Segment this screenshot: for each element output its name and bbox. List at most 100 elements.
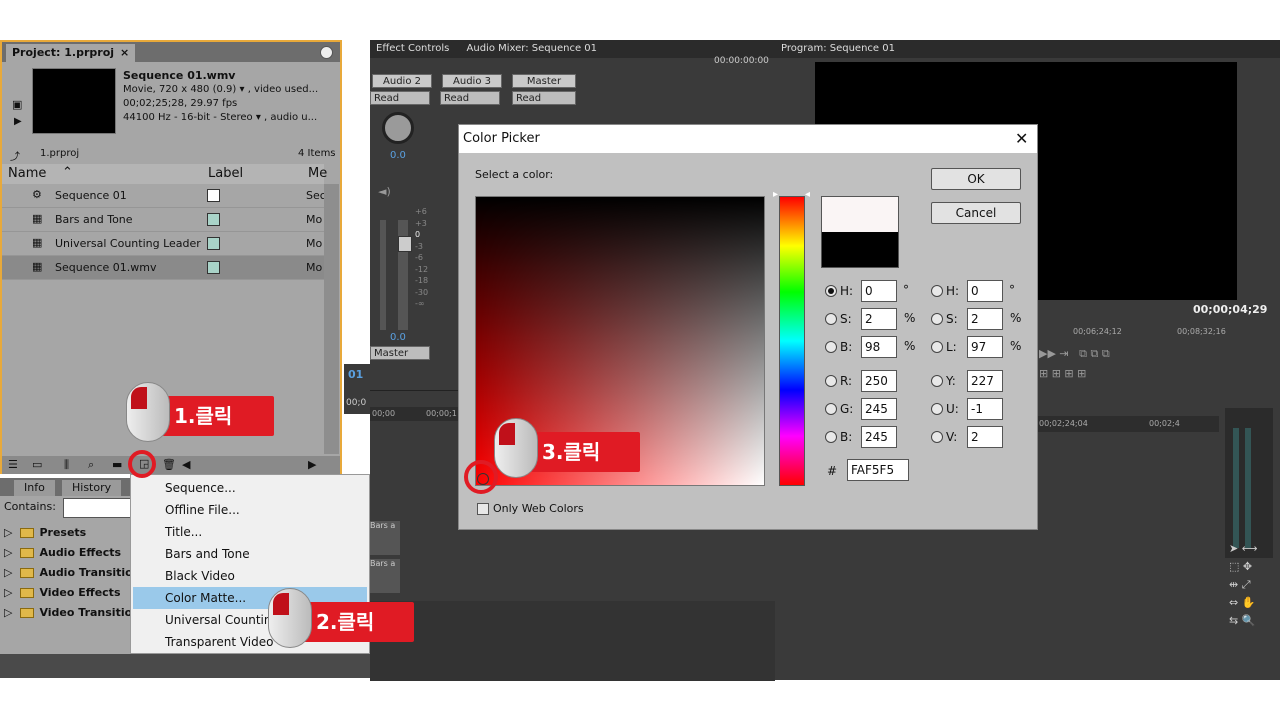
- ok-button[interactable]: OK: [931, 168, 1021, 190]
- radio-r[interactable]: [825, 375, 837, 387]
- icon-view-icon[interactable]: ▭: [32, 458, 42, 471]
- menu-item-offline-file[interactable]: Offline File...: [133, 499, 367, 521]
- menu-item-sequence[interactable]: Sequence...: [133, 477, 367, 499]
- input-u[interactable]: -1: [967, 398, 1003, 420]
- project-row[interactable]: ▦ Universal Counting Leader Mo: [2, 232, 324, 256]
- input-hsl-s[interactable]: 2: [967, 308, 1003, 330]
- sort-up-icon[interactable]: ⌃: [62, 165, 73, 180]
- col-name[interactable]: Name: [8, 166, 46, 181]
- tab-project[interactable]: Project: 1.prproj ×: [6, 44, 136, 62]
- radio-hsb-s[interactable]: [825, 313, 837, 325]
- label-swatch[interactable]: [207, 189, 220, 202]
- input-hsb-s[interactable]: 2: [861, 308, 897, 330]
- tab-effect-controls[interactable]: Effect Controls: [376, 43, 449, 54]
- tab-history[interactable]: History: [62, 480, 122, 496]
- radio-y[interactable]: [931, 375, 943, 387]
- trash-icon[interactable]: 🗑: [162, 458, 176, 471]
- input-hsb-h[interactable]: 0: [861, 280, 897, 302]
- radio-hsl-l[interactable]: [931, 341, 943, 353]
- cancel-button[interactable]: Cancel: [931, 202, 1021, 224]
- input-hsl-h[interactable]: 0: [967, 280, 1003, 302]
- automation-dropdown[interactable]: Read: [440, 91, 500, 105]
- project-row[interactable]: ▦ Bars and Tone Mo: [2, 208, 324, 232]
- menu-item-bars-and-tone[interactable]: Bars and Tone: [133, 543, 367, 565]
- hue-arrow-left-icon[interactable]: ▸: [773, 189, 778, 200]
- input-hsl-l[interactable]: 97: [967, 336, 1003, 358]
- expand-icon[interactable]: ▷: [4, 586, 12, 599]
- pen-tool-icon[interactable]: ⇆ 🔍: [1229, 612, 1273, 630]
- mute-icon[interactable]: ◄): [378, 185, 391, 198]
- timeline-clip[interactable]: Bars a: [370, 521, 400, 555]
- fader-track[interactable]: [380, 220, 386, 330]
- fader-handle[interactable]: [398, 236, 412, 252]
- automation-dropdown[interactable]: Read: [370, 91, 430, 105]
- scroll-left-icon[interactable]: ◀: [182, 458, 190, 471]
- tree-item[interactable]: ▷ Audio Effects: [4, 546, 134, 566]
- transport-icons[interactable]: ▶▶ ⇥ ⧉ ⧉ ⧉: [1039, 347, 1110, 361]
- tab-info[interactable]: Info: [14, 480, 55, 496]
- timeline-zoom-bar[interactable]: [0, 654, 370, 678]
- radio-hsl-h[interactable]: [931, 285, 943, 297]
- radio-hsb-h[interactable]: [825, 285, 837, 297]
- label-swatch[interactable]: [207, 213, 220, 226]
- ripple-tool-icon[interactable]: ⬚ ✥: [1229, 558, 1273, 576]
- pan-knob[interactable]: [382, 112, 414, 144]
- menu-item-title[interactable]: Title...: [133, 521, 367, 543]
- hue-arrow-right-icon[interactable]: ◂: [805, 189, 810, 200]
- camera-icon[interactable]: ▣: [12, 98, 22, 111]
- timeline-clip[interactable]: Bars a: [370, 559, 400, 593]
- radio-hsl-s[interactable]: [931, 313, 943, 325]
- radio-hsb-b[interactable]: [825, 341, 837, 353]
- expand-icon[interactable]: ▷: [4, 526, 12, 539]
- automate-icon[interactable]: ⫼: [64, 458, 69, 472]
- tree-item[interactable]: ▷ Presets: [4, 526, 134, 546]
- input-v[interactable]: 2: [967, 426, 1003, 448]
- tree-item[interactable]: ▷ Video Transitio: [4, 606, 134, 626]
- radio-u[interactable]: [931, 403, 943, 415]
- radio-v[interactable]: [931, 431, 943, 443]
- slip-tool-icon[interactable]: ⇔ ✋: [1229, 594, 1273, 612]
- bin-up-icon[interactable]: ⤴: [10, 148, 20, 163]
- expand-icon[interactable]: ▷: [4, 546, 12, 559]
- web-colors-checkbox[interactable]: [477, 503, 489, 515]
- rate-tool-icon[interactable]: ⇹ ⤢: [1229, 576, 1273, 594]
- automation-dropdown[interactable]: Read: [512, 91, 576, 105]
- menu-item-black-video[interactable]: Black Video: [133, 565, 367, 587]
- close-icon[interactable]: ×: [120, 44, 129, 61]
- project-scrollbar[interactable]: [324, 184, 339, 454]
- tree-item[interactable]: ▷ Video Effects: [4, 586, 134, 606]
- play-icon[interactable]: ▶: [14, 116, 22, 127]
- col-label[interactable]: Label: [208, 166, 243, 181]
- input-b[interactable]: 245: [861, 426, 897, 448]
- input-y[interactable]: 227: [967, 370, 1003, 392]
- list-view-icon[interactable]: ☰: [8, 458, 18, 471]
- project-row[interactable]: ⚙ Sequence 01 Sec: [2, 184, 326, 208]
- master-button[interactable]: Master: [512, 74, 576, 88]
- scroll-right-icon[interactable]: ▶: [308, 458, 316, 471]
- audio2-button[interactable]: Audio 2: [372, 74, 432, 88]
- hue-slider[interactable]: [779, 196, 805, 486]
- tab-audio-mixer[interactable]: Audio Mixer: Sequence 01: [467, 43, 597, 54]
- expand-icon[interactable]: ▷: [4, 566, 12, 579]
- hex-input[interactable]: FAF5F5: [847, 459, 909, 481]
- selection-tool-icon[interactable]: ➤ ⟷: [1229, 540, 1273, 558]
- contains-input[interactable]: [63, 498, 133, 518]
- radio-b[interactable]: [825, 431, 837, 443]
- output-dropdown[interactable]: Master: [370, 346, 430, 360]
- tree-item[interactable]: ▷ Audio Transitio: [4, 566, 134, 586]
- bin-icon[interactable]: ▬: [112, 458, 122, 471]
- col-media[interactable]: Me: [308, 166, 327, 181]
- project-row-selected[interactable]: ▦ Sequence 01.wmv Mo: [2, 256, 324, 280]
- input-r[interactable]: 250: [861, 370, 897, 392]
- transport-icons-2[interactable]: ⊞ ⊞ ⊞ ⊞: [1039, 367, 1086, 380]
- tab-program[interactable]: Program: Sequence 01: [781, 43, 895, 54]
- input-g[interactable]: 245: [861, 398, 897, 420]
- label-swatch[interactable]: [207, 237, 220, 250]
- label-swatch[interactable]: [207, 261, 220, 274]
- find-icon[interactable]: ⌕: [88, 458, 94, 472]
- radio-g[interactable]: [825, 403, 837, 415]
- audio3-button[interactable]: Audio 3: [442, 74, 502, 88]
- panel-menu-icon[interactable]: [320, 46, 333, 59]
- input-hsb-b[interactable]: 98: [861, 336, 897, 358]
- close-icon[interactable]: ✕: [1015, 125, 1028, 153]
